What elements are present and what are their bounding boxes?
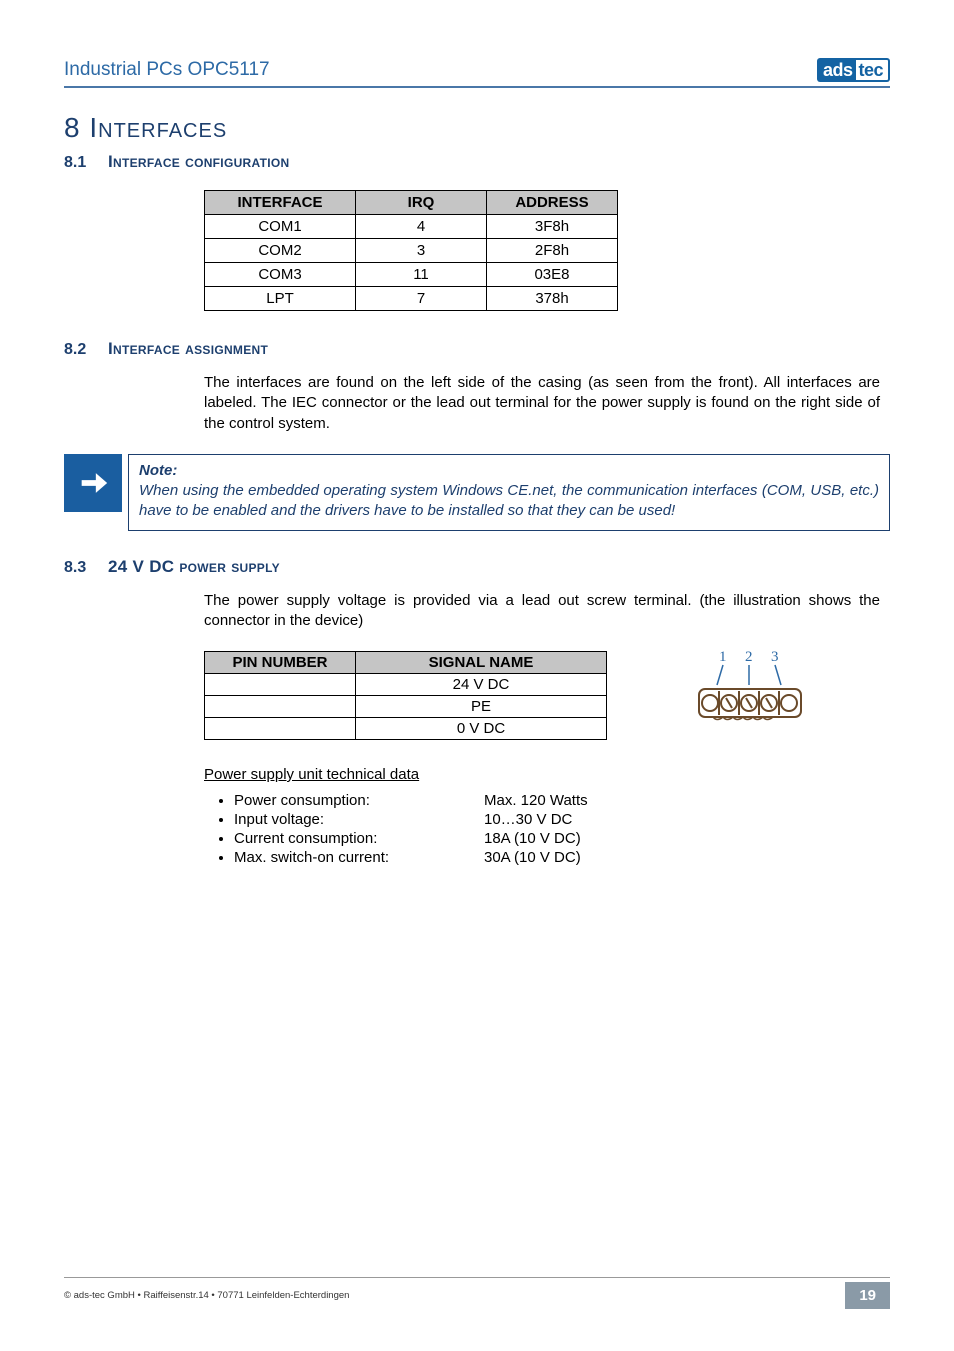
td xyxy=(205,674,356,696)
table-row: 0 V DC xyxy=(205,718,607,740)
sub-title: Interface configuration xyxy=(108,152,289,172)
note-box: Note: When using the embedded operating … xyxy=(128,454,890,531)
psu-label: Current consumption: xyxy=(234,830,484,847)
table-row: COM2 3 2F8h xyxy=(205,239,618,263)
td: 7 xyxy=(356,287,487,311)
table-row: INTERFACE IRQ ADDRESS xyxy=(205,191,618,215)
pin-row: PIN NUMBER SIGNAL NAME 24 V DC PE 0 V DC… xyxy=(204,651,890,740)
psu-label: Input voltage: xyxy=(234,811,484,828)
td: 0 V DC xyxy=(356,718,607,740)
sub-num: 8.3 xyxy=(64,559,108,577)
page-number: 19 xyxy=(845,1282,890,1309)
td: 3 xyxy=(356,239,487,263)
th: SIGNAL NAME xyxy=(356,652,607,674)
td: PE xyxy=(356,696,607,718)
table-row: 24 V DC xyxy=(205,674,607,696)
td: 378h xyxy=(487,287,618,311)
pin-label-2: 2 xyxy=(745,649,753,665)
footer: © ads-tec GmbH • Raiffeisenstr.14 • 7077… xyxy=(64,1277,890,1309)
td: 2F8h xyxy=(487,239,618,263)
body-text: The power supply voltage is provided via… xyxy=(204,591,880,632)
header-bar: Industrial PCs OPC5117 ads tec xyxy=(64,58,890,88)
td: COM2 xyxy=(205,239,356,263)
psu-val: 10…30 V DC xyxy=(484,811,572,828)
psu-heading: Power supply unit technical data xyxy=(204,766,890,783)
table-row: COM1 4 3F8h xyxy=(205,215,618,239)
td xyxy=(205,696,356,718)
td: 3F8h xyxy=(487,215,618,239)
pin-table: PIN NUMBER SIGNAL NAME 24 V DC PE 0 V DC xyxy=(204,651,607,740)
list-item: Input voltage:10…30 V DC xyxy=(234,810,890,829)
table-row: LPT 7 378h xyxy=(205,287,618,311)
logo-right: tec xyxy=(856,58,890,82)
th: IRQ xyxy=(356,191,487,215)
th: INTERFACE xyxy=(205,191,356,215)
note-head: Note: xyxy=(139,462,177,479)
subsection-8-2: 8.2 Interface assignment xyxy=(64,339,890,359)
td: LPT xyxy=(205,287,356,311)
pin-label-1: 1 xyxy=(719,649,727,665)
body-text: The interfaces are found on the left sid… xyxy=(204,373,880,434)
psu-label: Max. switch-on current: xyxy=(234,849,484,866)
psu-val: 30A (10 V DC) xyxy=(484,849,581,866)
sub-title: 24 V DC power supply xyxy=(108,557,280,577)
list-item: Current consumption:18A (10 V DC) xyxy=(234,829,890,848)
section-title: Interfaces xyxy=(89,112,227,143)
sub-num: 8.2 xyxy=(64,341,108,359)
list-item: Power consumption:Max. 120 Watts xyxy=(234,791,890,810)
doc-title: Industrial PCs OPC5117 xyxy=(64,59,270,81)
note-body: When using the embedded operating system… xyxy=(139,482,879,519)
psu-list: Power consumption:Max. 120 Watts Input v… xyxy=(234,791,890,867)
sub-num: 8.1 xyxy=(64,154,108,172)
brand-logo: ads tec xyxy=(817,58,890,82)
psu-label: Power consumption: xyxy=(234,792,484,809)
footer-copyright: © ads-tec GmbH • Raiffeisenstr.14 • 7077… xyxy=(64,1290,349,1301)
pin-label-3: 3 xyxy=(771,649,779,665)
section-heading: 8 Interfaces xyxy=(64,112,890,144)
section-num: 8 xyxy=(64,112,81,143)
interface-table: INTERFACE IRQ ADDRESS COM1 4 3F8h COM2 3… xyxy=(204,190,618,311)
table-row: PE xyxy=(205,696,607,718)
subsection-8-3: 8.3 24 V DC power supply xyxy=(64,557,890,577)
td: 4 xyxy=(356,215,487,239)
td: 03E8 xyxy=(487,263,618,287)
table-row: COM3 11 03E8 xyxy=(205,263,618,287)
subsection-8-1: 8.1 Interface configuration xyxy=(64,152,890,172)
th: ADDRESS xyxy=(487,191,618,215)
note-block: Note: When using the embedded operating … xyxy=(64,454,890,531)
arrow-right-icon xyxy=(64,454,122,512)
td: 24 V DC xyxy=(356,674,607,696)
connector-icon: 1 2 3 xyxy=(697,647,807,727)
td xyxy=(205,718,356,740)
table-row: PIN NUMBER SIGNAL NAME xyxy=(205,652,607,674)
psu-val: 18A (10 V DC) xyxy=(484,830,581,847)
list-item: Max. switch-on current:30A (10 V DC) xyxy=(234,848,890,867)
td: COM3 xyxy=(205,263,356,287)
td: COM1 xyxy=(205,215,356,239)
psu-val: Max. 120 Watts xyxy=(484,792,588,809)
logo-left: ads xyxy=(817,58,857,82)
sub-title: Interface assignment xyxy=(108,339,268,359)
td: 11 xyxy=(356,263,487,287)
th: PIN NUMBER xyxy=(205,652,356,674)
